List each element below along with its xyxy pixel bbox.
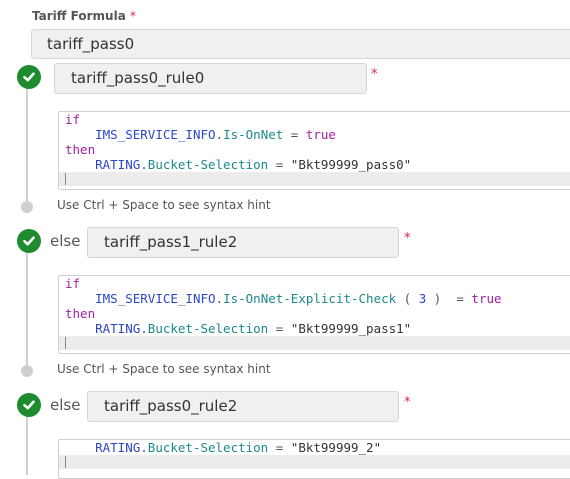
code-token: true [305, 127, 336, 142]
code-line: IMS_SERVICE_INFO.Is-OnNet = true [59, 127, 570, 142]
code-token: IMS_SERVICE_INFO [95, 127, 216, 142]
text-caret [65, 456, 66, 468]
rule-name-input-1[interactable]: tariff_pass1_rule2 [87, 227, 399, 258]
required-asterisk: * [404, 395, 411, 410]
code-line: IMS_SERVICE_INFO.Is-OnNet-Explicit-Check… [59, 291, 570, 306]
code-editor-1[interactable]: if IMS_SERVICE_INFO.Is-OnNet-Explicit-Ch… [58, 275, 570, 354]
tariff-formula-label: Tariff Formula * [32, 9, 136, 23]
code-token: . [215, 127, 224, 142]
code-line: RATING.Bucket-Selection = "Bkt99999_pass… [59, 157, 570, 172]
code-line: then [59, 306, 570, 321]
code-lines-0: if IMS_SERVICE_INFO.Is-OnNet = true then … [59, 112, 570, 172]
code-line: RATING.Bucket-Selection = "Bkt99999_2" [59, 440, 570, 455]
code-token: . [215, 291, 224, 306]
code-token: true [471, 291, 502, 306]
code-token: . [140, 157, 148, 172]
code-token: then [65, 306, 96, 321]
code-token: "Bkt99999_2" [290, 440, 382, 455]
rule-name-input-2[interactable]: tariff_pass0_rule2 [87, 391, 399, 422]
code-token: if [65, 112, 81, 127]
text-caret [65, 337, 66, 349]
code-token: RATING [95, 157, 141, 172]
syntax-hint: Use Ctrl + Space to see syntax hint [57, 198, 271, 212]
code-editor-2[interactable]: RATING.Bucket-Selection = "Bkt99999_2" [58, 439, 570, 479]
cursor-line [59, 172, 570, 186]
code-token: Is-OnNet [223, 127, 284, 142]
code-token: RATING [95, 440, 141, 455]
rule-name-input-0[interactable]: tariff_pass0_rule0 [54, 63, 367, 94]
cursor-line [59, 455, 570, 469]
else-label: else [50, 396, 81, 414]
code-token: Bucket-Selection [147, 157, 269, 172]
tariff-formula-input[interactable]: tariff_pass0 [31, 29, 570, 59]
timeline-line [26, 250, 28, 370]
code-token: ( [396, 291, 419, 306]
code-token: ) = [426, 291, 472, 306]
code-line: if [59, 112, 570, 127]
code-token: Bucket-Selection [147, 321, 269, 336]
code-token: IMS_SERVICE_INFO [95, 291, 216, 306]
required-asterisk: * [129, 9, 136, 23]
code-token: . [140, 321, 148, 336]
code-token: then [65, 142, 96, 157]
required-asterisk: * [371, 67, 378, 82]
timeline-dot-icon [21, 365, 33, 377]
code-token: = [268, 157, 291, 172]
code-line: if [59, 276, 570, 291]
check-circle-icon [17, 229, 41, 253]
code-token: = [268, 440, 291, 455]
code-lines-1: if IMS_SERVICE_INFO.Is-OnNet-Explicit-Ch… [59, 276, 570, 336]
else-label: else [50, 232, 81, 250]
code-lines-2: RATING.Bucket-Selection = "Bkt99999_2" [59, 440, 570, 455]
syntax-hint: Use Ctrl + Space to see syntax hint [57, 362, 271, 376]
timeline-line [26, 414, 28, 475]
check-circle-icon [17, 393, 41, 417]
code-line: then [59, 142, 570, 157]
code-token: RATING [95, 321, 141, 336]
code-token: "Bkt99999_pass1" [290, 321, 412, 336]
cursor-line [59, 336, 570, 350]
timeline-line [26, 86, 28, 206]
check-circle-icon [17, 65, 41, 89]
code-token: = [283, 127, 306, 142]
code-token: Bucket-Selection [147, 440, 269, 455]
code-editor-0[interactable]: if IMS_SERVICE_INFO.Is-OnNet = true then … [58, 111, 570, 190]
code-line: RATING.Bucket-Selection = "Bkt99999_pass… [59, 321, 570, 336]
required-asterisk: * [404, 231, 411, 246]
code-token: if [65, 276, 81, 291]
code-token: = [268, 321, 291, 336]
code-token: "Bkt99999_pass0" [290, 157, 412, 172]
code-token: Is-OnNet-Explicit-Check [223, 291, 397, 306]
timeline-dot-icon [21, 201, 33, 213]
code-token: . [140, 440, 148, 455]
text-caret [65, 173, 66, 185]
